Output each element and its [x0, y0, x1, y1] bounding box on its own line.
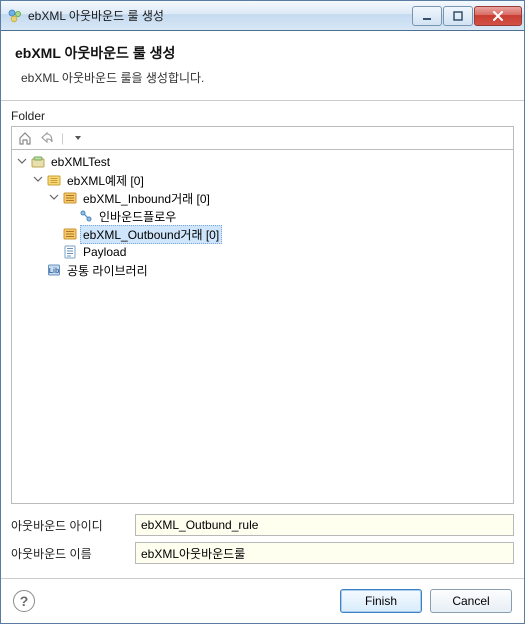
app-icon	[7, 8, 23, 24]
tree-toolbar: |	[11, 126, 514, 149]
home-icon[interactable]	[17, 130, 33, 146]
dialog-window: ebXML 아웃바운드 룰 생성 ebXML 아웃바운드 룰 생성 ebXML …	[0, 0, 525, 624]
library-icon: Lib	[46, 262, 62, 278]
tree-item-inboundflow[interactable]: 인바운드플로우	[64, 207, 511, 225]
tree-label: 인바운드플로우	[96, 207, 179, 226]
dialog-content: Folder |	[1, 101, 524, 578]
tree-label: ebXML예제 [0]	[64, 171, 147, 190]
form-area: 아웃바운드 아이디 아웃바운드 이름	[11, 514, 514, 570]
close-button[interactable]	[474, 6, 522, 26]
folder-tree[interactable]: ebXMLTest	[11, 149, 514, 504]
tree-item-commonlib[interactable]: Lib 공통 라이브러리	[32, 261, 511, 279]
transaction-icon	[62, 190, 78, 206]
tree-label: ebXML_Inbound거래 [0]	[80, 189, 213, 208]
dialog-header: ebXML 아웃바운드 룰 생성 ebXML 아웃바운드 룰을 생성합니다.	[1, 31, 524, 101]
help-icon[interactable]: ?	[13, 590, 35, 612]
outbound-name-input[interactable]	[135, 542, 514, 564]
finish-button[interactable]: Finish	[340, 589, 422, 613]
expander-spacer	[48, 246, 60, 258]
maximize-button[interactable]	[443, 6, 473, 26]
payload-icon	[62, 244, 78, 260]
flow-icon	[78, 208, 94, 224]
minimize-button[interactable]	[412, 6, 442, 26]
tree-item-inbound[interactable]: ebXML_Inbound거래 [0]	[48, 189, 511, 207]
dropdown-icon[interactable]	[70, 130, 86, 146]
titlebar[interactable]: ebXML 아웃바운드 룰 생성	[1, 1, 524, 31]
back-icon[interactable]	[39, 130, 55, 146]
expander-icon[interactable]	[16, 156, 28, 168]
expander-spacer	[32, 264, 44, 276]
tree-label: Payload	[80, 244, 129, 260]
tree-item-outbound[interactable]: ebXML_Outbound거래 [0]	[48, 225, 511, 243]
window-controls	[412, 6, 522, 26]
outbound-id-label: 아웃바운드 아이디	[11, 517, 129, 534]
dialog-title: ebXML 아웃바운드 룰 생성	[15, 43, 510, 63]
tree-label: ebXMLTest	[48, 154, 113, 170]
tree-item-payload[interactable]: Payload	[48, 243, 511, 261]
project-icon	[30, 154, 46, 170]
outbound-name-label: 아웃바운드 이름	[11, 545, 129, 562]
window-title: ebXML 아웃바운드 룰 생성	[28, 7, 412, 24]
expander-spacer	[48, 228, 60, 240]
dialog-subtitle: ebXML 아웃바운드 룰을 생성합니다.	[21, 69, 510, 86]
folder-label: Folder	[11, 109, 514, 123]
folder-icon	[46, 172, 62, 188]
outbound-id-input[interactable]	[135, 514, 514, 536]
transaction-icon	[62, 226, 78, 242]
tree-label: 공통 라이브러리	[64, 261, 151, 280]
expander-spacer	[64, 210, 76, 222]
cancel-button[interactable]: Cancel	[430, 589, 512, 613]
tree-item-root[interactable]: ebXMLTest	[16, 153, 511, 171]
svg-text:Lib: Lib	[49, 268, 60, 275]
dialog-footer: ? Finish Cancel	[1, 578, 524, 623]
expander-icon[interactable]	[48, 192, 60, 204]
expander-icon[interactable]	[32, 174, 44, 186]
tree-label: ebXML_Outbound거래 [0]	[80, 225, 222, 244]
tree-item-example[interactable]: ebXML예제 [0]	[32, 171, 511, 189]
